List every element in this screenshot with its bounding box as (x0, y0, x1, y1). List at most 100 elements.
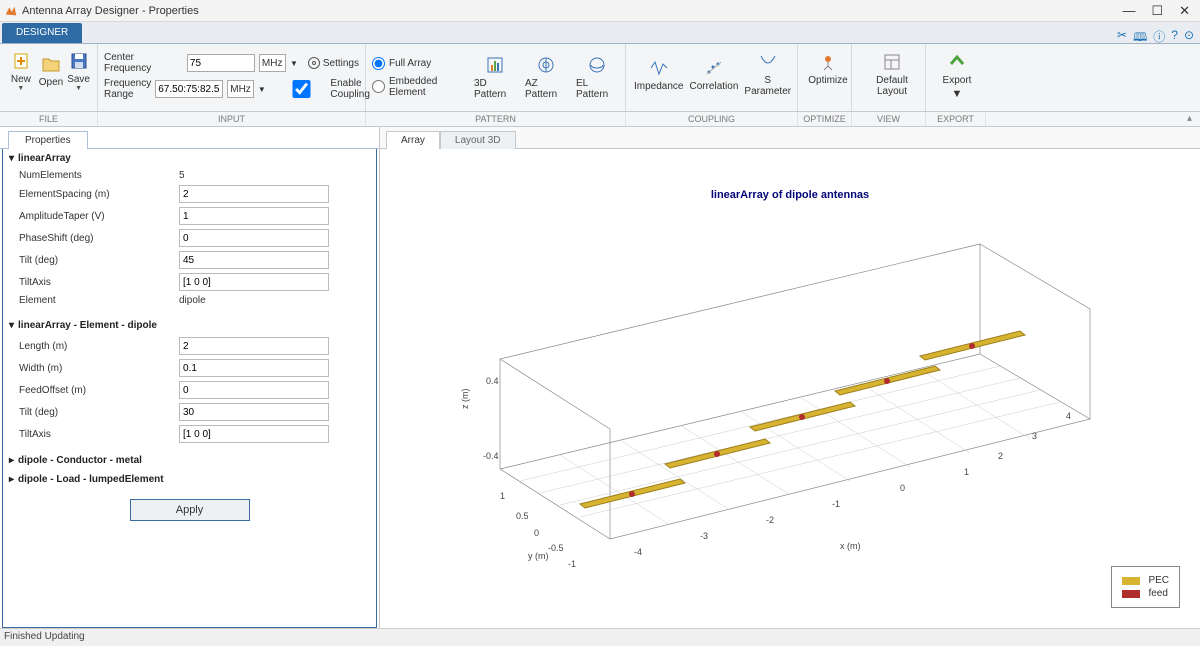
legend-feed-label: feed (1148, 588, 1167, 599)
new-label: New (11, 74, 31, 85)
close-icon[interactable]: ✕ (1179, 3, 1190, 19)
section-lineararray[interactable]: ▾linearArray (3, 149, 376, 168)
save-label: Save (67, 74, 90, 85)
svg-text:-4: -4 (634, 547, 642, 557)
freq-range-unit[interactable]: MHz (227, 80, 254, 98)
statusbar: Finished Updating (0, 628, 1200, 646)
svg-text:-0.5: -0.5 (548, 543, 564, 553)
minimize-icon[interactable]: — (1122, 3, 1135, 18)
phaseshift-label: PhaseShift (deg) (19, 233, 179, 244)
section-conductor[interactable]: ▸dipole - Conductor - metal (3, 451, 376, 470)
ribbon-overflow-icon[interactable]: ▴ (1187, 113, 1192, 124)
ribbon-group-file: New ▼ Open Save ▼ (0, 44, 98, 111)
caret-right-icon: ▸ (9, 455, 14, 466)
svg-text:z (m): z (m) (460, 389, 470, 410)
optimize-label: Optimize (808, 75, 847, 86)
svg-text:-1: -1 (832, 499, 840, 509)
tilt-input[interactable] (179, 251, 329, 269)
elementspacing-input[interactable] (179, 185, 329, 203)
svg-text:0.4: 0.4 (486, 376, 499, 386)
full-array-radio[interactable]: Full Array (372, 57, 466, 70)
array-viewer[interactable]: linearArray of dipole antennas (380, 149, 1200, 628)
visualization-panel: Array Layout 3D linearArray of dipole an… (380, 127, 1200, 628)
section-export: EXPORT (926, 112, 986, 126)
default-layout-button[interactable]: Default Layout (858, 48, 926, 100)
apply-button[interactable]: Apply (130, 499, 250, 521)
chevron-down-icon[interactable]: ▼ (258, 85, 266, 94)
ribbon-section-labels: FILE INPUT PATTERN COUPLING OPTIMIZE VIE… (0, 112, 1200, 127)
svg-text:2: 2 (998, 451, 1003, 461)
caret-right-icon: ▸ (9, 474, 14, 485)
chevron-down-icon: ▼ (952, 88, 963, 100)
open-button[interactable]: Open (38, 51, 64, 90)
svg-text:4: 4 (1066, 411, 1071, 421)
center-freq-label: Center Frequency (104, 52, 183, 74)
new-button[interactable]: New ▼ (6, 48, 36, 93)
tab-designer[interactable]: DESIGNER (2, 23, 82, 43)
feedoffset-label: FeedOffset (m) (19, 385, 179, 396)
tiltaxis-input[interactable] (179, 273, 329, 291)
element-label: Element (19, 295, 179, 306)
tiltaxis2-input[interactable] (179, 425, 329, 443)
tiltaxis-label: TiltAxis (19, 277, 179, 288)
legend-pec-label: PEC (1148, 575, 1169, 586)
svg-text:y (m): y (m) (528, 551, 549, 561)
freq-range-input[interactable] (155, 80, 223, 98)
caret-down-icon: ▾ (9, 320, 14, 331)
freq-range-label: Frequency Range (104, 78, 151, 100)
export-label: Export (943, 75, 972, 86)
center-freq-input[interactable] (187, 54, 255, 72)
array-3d-plot: z (m) 0.4-0.4 y (m) 10.50-0.5-1 x (m) -4… (410, 159, 1190, 599)
impedance-button[interactable]: Impedance (632, 54, 685, 95)
svg-text:3: 3 (1032, 431, 1037, 441)
feedoffset-input[interactable] (179, 381, 329, 399)
tab-array[interactable]: Array (386, 131, 440, 149)
window-controls: — ☐ ✕ (1122, 3, 1196, 19)
length-label: Length (m) (19, 341, 179, 352)
tab-properties[interactable]: Properties (8, 131, 88, 149)
svg-text:-3: -3 (700, 531, 708, 541)
gear-icon (308, 57, 320, 69)
3d-pattern-button[interactable]: 3D Pattern (474, 52, 517, 102)
section-load[interactable]: ▸dipole - Load - lumpedElement (3, 470, 376, 489)
ribbon-group-export: Export ▼ (926, 44, 986, 111)
properties-panel: Properties ▾linearArray NumElements5 Ele… (0, 127, 380, 628)
tab-layout3d[interactable]: Layout 3D (440, 131, 516, 149)
status-text: Finished Updating (4, 631, 85, 642)
tiltaxis2-label: TiltAxis (19, 429, 179, 440)
settings-button[interactable]: Settings (308, 57, 359, 69)
embedded-element-radio[interactable]: Embedded Element (372, 76, 466, 98)
svg-text:0.5: 0.5 (516, 511, 529, 521)
width-label: Width (m) (19, 363, 179, 374)
correlation-button[interactable]: Correlation (687, 54, 740, 95)
width-input[interactable] (179, 359, 329, 377)
center-freq-unit[interactable]: MHz (259, 54, 286, 72)
ribbon-group-view: Default Layout (852, 44, 926, 111)
phaseshift-input[interactable] (179, 229, 329, 247)
default-layout-label: Default Layout (860, 75, 924, 97)
length-input[interactable] (179, 337, 329, 355)
optimize-button[interactable]: Optimize (804, 48, 852, 89)
el-pattern-button[interactable]: EL Pattern (576, 52, 619, 102)
sparameter-button[interactable]: S Parameter (742, 48, 793, 100)
az-pattern-button[interactable]: AZ Pattern (525, 52, 568, 102)
window-title: Antenna Array Designer - Properties (22, 5, 1122, 17)
sparameter-label: S Parameter (744, 75, 791, 97)
chevron-down-icon[interactable]: ▼ (290, 59, 298, 68)
amplitudetaper-label: AmplitudeTaper (V) (19, 211, 179, 222)
section-element-dipole[interactable]: ▾linearArray - Element - dipole (3, 316, 376, 335)
matlab-logo-icon (4, 4, 18, 18)
open-label: Open (39, 77, 63, 88)
tilt2-input[interactable] (179, 403, 329, 421)
ribbon-group-optimize: Optimize (798, 44, 852, 111)
amplitudetaper-input[interactable] (179, 207, 329, 225)
chevron-down-icon: ▼ (75, 87, 82, 91)
titlebar: Antenna Array Designer - Properties — ☐ … (0, 0, 1200, 22)
section-optimize: OPTIMIZE (798, 112, 852, 126)
ribbon-group-input: Center Frequency MHz ▼ Settings Frequenc… (98, 44, 366, 111)
export-button[interactable]: Export ▼ (932, 48, 982, 103)
maximize-icon[interactable]: ☐ (1151, 3, 1163, 19)
svg-text:1: 1 (964, 467, 969, 477)
save-button[interactable]: Save ▼ (66, 48, 91, 93)
properties-tree: ▾linearArray NumElements5 ElementSpacing… (2, 149, 377, 628)
